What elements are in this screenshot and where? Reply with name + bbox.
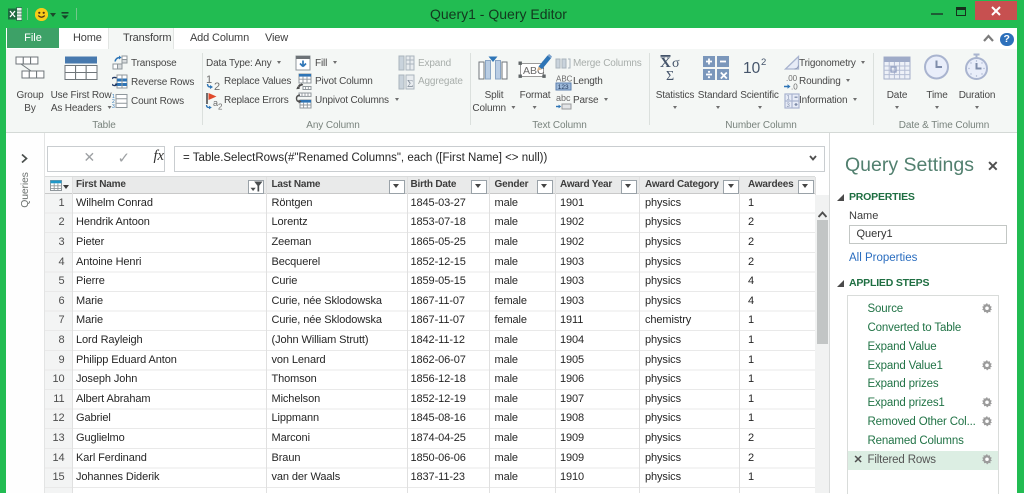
svg-text:.0: .0 — [791, 83, 798, 92]
svg-text:Σ: Σ — [666, 69, 674, 81]
svg-text:3: 3 — [112, 104, 115, 109]
svg-text:abc: abc — [556, 93, 571, 103]
svg-text:Σ: Σ — [407, 78, 413, 90]
svg-text:ABC: ABC — [556, 75, 572, 84]
svg-text:2: 2 — [218, 103, 223, 111]
svg-text:2: 2 — [761, 57, 766, 68]
svg-text:10: 10 — [743, 60, 761, 77]
svg-text:2: 2 — [214, 81, 220, 91]
svg-text:123: 123 — [558, 84, 569, 91]
